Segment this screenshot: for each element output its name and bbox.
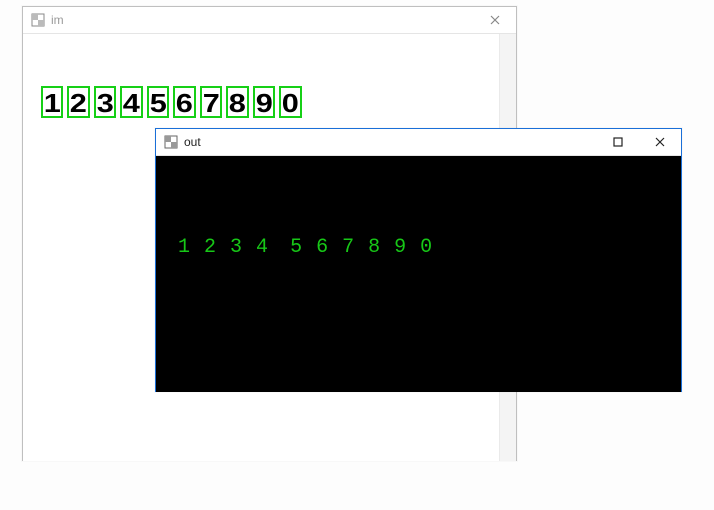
window-controls bbox=[474, 7, 516, 33]
app-icon bbox=[164, 135, 178, 149]
digit-char: 8 bbox=[229, 88, 246, 118]
digit-char: 0 bbox=[282, 88, 299, 118]
digit-box: 4 bbox=[120, 86, 142, 118]
detected-digits-row: 1 2 3 4 5 6 7 8 9 0 bbox=[41, 86, 302, 118]
digit-char: 5 bbox=[150, 88, 167, 118]
digit-char: 7 bbox=[203, 88, 220, 118]
digit-char: 9 bbox=[394, 236, 406, 259]
digit-char: 8 bbox=[368, 236, 380, 259]
digit-box: 8 bbox=[226, 86, 248, 118]
titlebar-im[interactable]: im bbox=[23, 7, 516, 34]
digit-char: 1 bbox=[178, 236, 190, 259]
digit-char: 2 bbox=[70, 88, 87, 118]
digit-char: 0 bbox=[420, 236, 432, 259]
window-controls bbox=[597, 129, 681, 155]
digit-box: 3 bbox=[94, 86, 116, 118]
digit-char: 5 bbox=[290, 236, 302, 259]
window-title: out bbox=[184, 135, 201, 149]
window-out: out 1 2 3 4 5 6 7 8 9 0 bbox=[155, 128, 682, 392]
digit-char: 4 bbox=[123, 88, 140, 118]
digit-char: 6 bbox=[176, 88, 193, 118]
digit-box: 5 bbox=[147, 86, 169, 118]
maximize-button[interactable] bbox=[597, 129, 639, 155]
digit-box: 0 bbox=[279, 86, 301, 118]
digit-char: 6 bbox=[316, 236, 328, 259]
close-button[interactable] bbox=[474, 7, 516, 33]
digit-char: 4 bbox=[256, 236, 268, 259]
digit-char: 3 bbox=[97, 88, 114, 118]
titlebar-out[interactable]: out bbox=[156, 129, 681, 156]
digit-box: 7 bbox=[200, 86, 222, 118]
digit-char: 7 bbox=[342, 236, 354, 259]
window-title: im bbox=[51, 13, 64, 27]
digit-char: 3 bbox=[230, 236, 242, 259]
digit-box: 6 bbox=[173, 86, 195, 118]
digit-box: 2 bbox=[67, 86, 89, 118]
digit-box: 1 bbox=[41, 86, 63, 118]
app-icon bbox=[31, 13, 45, 27]
close-button[interactable] bbox=[639, 129, 681, 155]
output-digits-row: 1 2 3 4 5 6 7 8 9 0 bbox=[178, 236, 432, 259]
digit-char: 2 bbox=[204, 236, 216, 259]
digit-char: 1 bbox=[44, 88, 61, 118]
digit-char: 9 bbox=[255, 88, 272, 118]
client-area-out: 1 2 3 4 5 6 7 8 9 0 bbox=[156, 156, 681, 392]
desktop: im 1 2 3 4 5 6 7 8 9 0 bbox=[0, 0, 714, 510]
digit-box: 9 bbox=[253, 86, 275, 118]
